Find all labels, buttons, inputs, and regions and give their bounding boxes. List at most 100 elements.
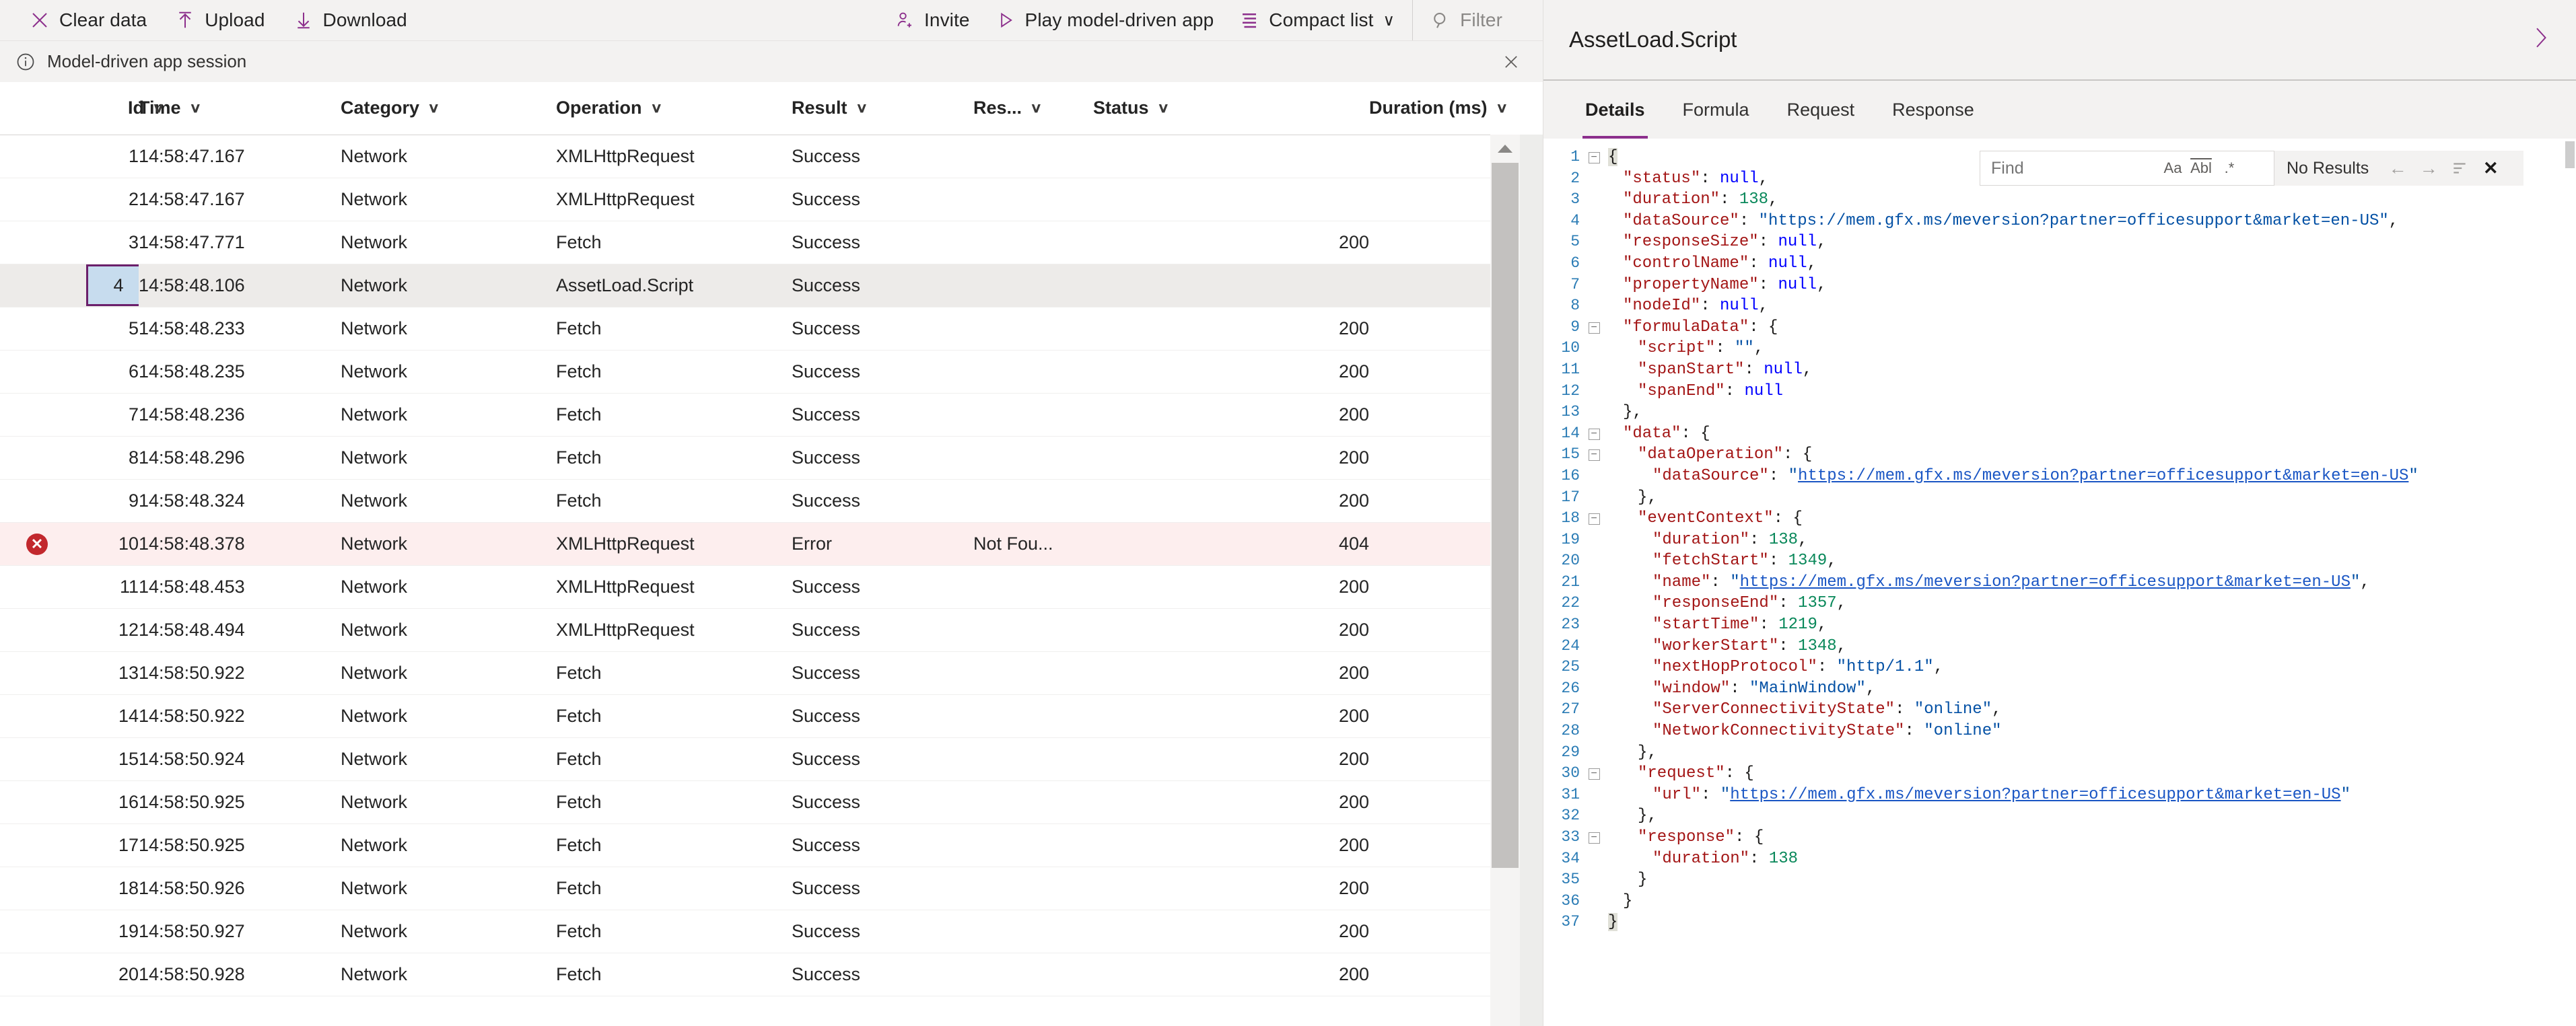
cell-id[interactable]: 5 [74, 307, 139, 351]
cell-id[interactable]: 6 [74, 350, 139, 394]
compact-list-button[interactable]: Compact list ∨ [1238, 0, 1414, 40]
cell-id[interactable]: 11 [74, 565, 139, 609]
table-row[interactable]: 1314:58:50.922NetworkFetchSuccess2003 [0, 651, 1520, 695]
tab-request[interactable]: Request [1768, 81, 1874, 139]
chevron-down-icon: ∨ [152, 100, 165, 116]
cell-id[interactable]: 13 [74, 651, 139, 695]
code-scrollbar[interactable] [2564, 139, 2576, 1026]
code-token: } [1608, 913, 1618, 932]
cell-id[interactable]: 20 [74, 953, 139, 996]
table-row[interactable]: 1814:58:50.926NetworkFetchSuccess2001 [0, 867, 1520, 910]
cell-time: 14:58:50.924 [139, 737, 341, 781]
column-header-id[interactable]: Id ∨ [74, 82, 164, 135]
tab-formula[interactable]: Formula [1664, 81, 1768, 139]
table-row[interactable]: 5 14:58:48.233 Network Fetch Success 200 [0, 307, 1520, 351]
fold-collapse-icon[interactable]: − [1580, 827, 1608, 848]
close-icon[interactable] [1500, 50, 1523, 73]
play-model-driven-app-button[interactable]: Play model-driven app [994, 0, 1226, 40]
cell-id[interactable]: 12 [74, 608, 139, 652]
cell-id[interactable]: 7 [74, 393, 139, 437]
cell-id[interactable]: 14 [74, 694, 139, 738]
table-row[interactable]: 6 14:58:48.235 Network Fetch Success 200 [0, 350, 1520, 394]
find-input-box[interactable]: Aa Abl .* [1980, 151, 2274, 186]
cell-id[interactable]: 16 [74, 780, 139, 824]
code-line: 3 "duration": 138, [1543, 189, 2576, 211]
column-header-category[interactable]: Category ∨ [341, 82, 556, 135]
scroll-up-arrow-icon[interactable] [1490, 135, 1520, 163]
fold-collapse-icon[interactable]: − [1580, 423, 1608, 445]
clear-data-button[interactable]: Clear data [28, 0, 159, 40]
code-token: : [1739, 211, 1759, 230]
fold-collapse-icon[interactable]: − [1580, 147, 1608, 168]
table-row[interactable]: 7 14:58:48.236 Network Fetch Success 200 [0, 393, 1520, 437]
tab-response[interactable]: Response [1873, 81, 1993, 139]
match-case-icon[interactable]: Aa [2159, 154, 2186, 182]
invite-button[interactable]: Invite [893, 0, 982, 40]
scrollbar-thumb[interactable] [1492, 163, 1519, 868]
fold-collapse-icon[interactable]: − [1580, 763, 1608, 784]
table-row[interactable]: ✕ 10 14:58:48.378 Network XMLHttpRequest Erro… [0, 522, 1520, 566]
table-row[interactable]: 11 14:58:48.453 Network XMLHttpRequest Succe… [0, 565, 1520, 609]
fold-collapse-icon[interactable]: − [1580, 317, 1608, 338]
column-header-resource[interactable]: Res... ∨ [973, 82, 1093, 135]
cell-id[interactable]: 1 [74, 135, 139, 178]
chevron-right-icon[interactable] [2529, 24, 2552, 56]
code-token: "startTime" [1652, 616, 1760, 634]
column-header-time[interactable]: Time ∨ [139, 82, 341, 135]
table-row[interactable]: 1514:58:50.924NetworkFetchSuccess2006 [0, 737, 1520, 781]
cell-id[interactable]: 9 [74, 479, 139, 523]
column-header-status[interactable]: Status ∨ [1093, 82, 1369, 135]
table-row[interactable]: 1 14:58:47.167 Network XMLHttpRequest Succes… [0, 135, 1520, 178]
code-line: 23 "startTime": 1219, [1543, 614, 2576, 636]
use-regex-icon[interactable]: .* [2216, 154, 2243, 182]
match-whole-word-icon[interactable]: Abl [2188, 154, 2215, 182]
row-status-icon-cell [0, 264, 74, 307]
cell-id[interactable]: 3 [74, 221, 139, 264]
json-url-link[interactable]: https://mem.gfx.ms/meversion?partner=off… [1798, 467, 2408, 485]
code-scrollbar-thumb[interactable] [2565, 141, 2575, 168]
find-previous-icon[interactable]: ← [2382, 153, 2413, 184]
json-code-block[interactable]: 1−{2 "status": null, 3 "duration": 138, 4 "da… [1543, 139, 2576, 1026]
find-list-icon[interactable] [2444, 153, 2475, 184]
column-header-operation[interactable]: Operation ∨ [556, 82, 792, 135]
table-row[interactable]: 1914:58:50.927NetworkFetchSuccess2005 [0, 910, 1520, 953]
filter-button[interactable]: Filter [1429, 0, 1515, 40]
table-row[interactable]: 3 14:58:47.771 Network Fetch Success 200 [0, 221, 1520, 264]
find-input[interactable] [1991, 153, 2158, 184]
cell-id[interactable]: 17 [74, 823, 139, 867]
cell-id[interactable]: 4 [74, 264, 139, 307]
tab-details[interactable]: Details [1566, 81, 1664, 139]
cell-time: 14:58:50.925 [139, 823, 341, 867]
table-row[interactable]: 20 14:58:50.928 Network Fetch Success 200 [0, 953, 1520, 996]
table-row[interactable]: 1614:58:50.925NetworkFetchSuccess2001,0 [0, 780, 1520, 824]
column-header-result[interactable]: Result ∨ [792, 82, 973, 135]
find-next-icon[interactable]: → [2413, 153, 2444, 184]
cell-id[interactable]: 8 [74, 436, 139, 480]
json-url-link[interactable]: https://mem.gfx.ms/meversion?partner=off… [1730, 786, 2340, 804]
table-scrollbar[interactable] [1490, 135, 1520, 1026]
download-button[interactable]: Download [292, 0, 419, 40]
table-row[interactable]: 12 14:58:48.494 Network XMLHttpRequest Succe… [0, 608, 1520, 652]
cell-id[interactable]: 18 [74, 867, 139, 910]
cell-id[interactable]: 2 [74, 178, 139, 221]
table-row[interactable]: 4 14:58:48.106 Network AssetLoad.Script Succ… [0, 264, 1520, 307]
column-header-duration-label: Duration (ms) [1369, 98, 1488, 118]
cell-id[interactable]: 10 [74, 522, 139, 566]
table-row[interactable]: 2 14:58:47.167 Network XMLHttpRequest Succes… [0, 178, 1520, 221]
find-close-icon[interactable]: ✕ [2475, 153, 2506, 184]
cell-id[interactable]: 19 [74, 910, 139, 953]
json-url-link[interactable]: https://mem.gfx.ms/meversion?partner=off… [1740, 573, 2351, 591]
fold-collapse-icon[interactable]: − [1580, 444, 1608, 466]
code-token: : [1700, 169, 1720, 188]
selected-cell-outline[interactable]: 4 [86, 264, 139, 306]
cell-operation: Fetch [556, 823, 792, 867]
table-row[interactable]: 1714:58:50.925NetworkFetchSuccess2001 [0, 823, 1520, 867]
column-header-duration[interactable]: Duration (ms) ∨ [1369, 82, 1520, 135]
table-row[interactable]: 8 14:58:48.296 Network Fetch Success 200 [0, 436, 1520, 480]
table-row[interactable]: 1414:58:50.922NetworkFetchSuccess2001 [0, 694, 1520, 738]
table-row[interactable]: 9 14:58:48.324 Network Fetch Success 200 [0, 479, 1520, 523]
cell-time: 14:58:47.771 [139, 221, 341, 264]
cell-id[interactable]: 15 [74, 737, 139, 781]
fold-collapse-icon[interactable]: − [1580, 508, 1608, 529]
upload-button[interactable]: Upload [174, 0, 277, 40]
